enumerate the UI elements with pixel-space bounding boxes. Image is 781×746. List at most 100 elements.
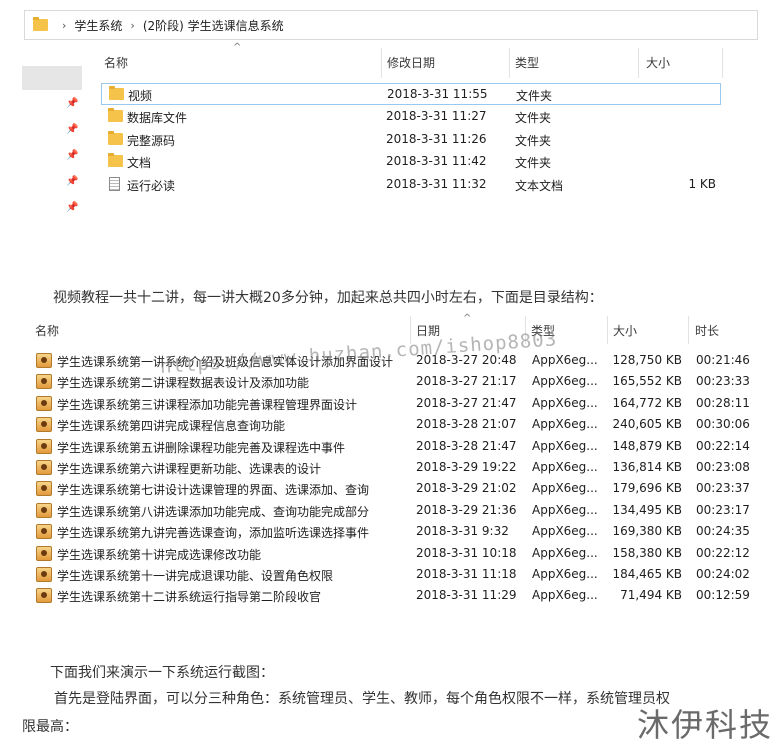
video-type: AppX6eg... (532, 438, 598, 453)
file-row[interactable]: 文档 2018-3-31 11:42 文件夹 (101, 151, 721, 173)
column-header-name[interactable]: 名称 (104, 52, 128, 72)
video-row[interactable]: 学生选课系统第十讲完成选课修改功能 2018-3-31 10:18 AppX6eg.… (34, 544, 754, 565)
video-row[interactable]: 学生选课系统第十二讲系统运行指导第二阶段收官 2018-3-31 11:29 App… (34, 586, 754, 607)
video-file-icon (36, 353, 52, 368)
nav-pane-selected-item[interactable] (22, 66, 82, 90)
video-row[interactable]: 学生选课系统第九讲完善选课查询，添加监听选课选择事件 2018-3-31 9:32… (34, 522, 754, 543)
pin-icon: 📌 (66, 124, 79, 135)
video-name: 学生选课系统第九讲完善选课查询，添加监听选课选择事件 (57, 526, 370, 541)
video-row[interactable]: 学生选课系统第四讲完成课程信息查询功能 2018-3-28 21:07 AppX6e… (34, 415, 754, 436)
column-header-date[interactable]: 修改日期 (387, 52, 435, 72)
video-size: 169,380 KB (612, 524, 682, 539)
video-duration: 00:22:12 (696, 545, 750, 560)
column-header-size[interactable]: 大小 (613, 322, 637, 339)
video-file-icon (36, 545, 52, 561)
video-name: 学生选课系统第五讲删除课程功能完善及课程选中事件 (57, 440, 346, 455)
file-type: 文件夹 (516, 89, 553, 103)
video-file-icon (36, 374, 52, 390)
video-type: AppX6eg... (532, 502, 598, 517)
video-type: AppX6eg... (532, 374, 598, 389)
video-duration: 00:22:14 (696, 438, 750, 453)
video-duration: 00:23:37 (696, 481, 750, 496)
video-row[interactable]: 学生选课系统第六讲课程更新功能、选课表的设计 2018-3-29 19:22 App… (34, 458, 754, 479)
video-name: 学生选课系统第十二讲系统运行指导第二阶段收官 (57, 590, 322, 605)
video-name: 学生选课系统第十一讲完成退课功能、设置角色权限 (57, 569, 334, 583)
sort-arrow-icon: ^ (233, 42, 242, 53)
file-date: 2018-3-31 11:55 (387, 87, 488, 101)
column-divider[interactable] (722, 48, 723, 78)
video-type: AppX6eg... (532, 588, 598, 603)
video-size: 240,605 KB (612, 417, 682, 432)
video-row[interactable]: 学生选课系统第二讲课程数据表设计及添加功能 2018-3-27 21:17 AppX… (34, 372, 754, 393)
column-header-duration[interactable]: 时长 (695, 322, 719, 339)
file-row[interactable]: 运行必读 2018-3-31 11:32 文本文档 1 KB (101, 174, 721, 196)
file-name: 视频 (128, 89, 153, 103)
video-row[interactable]: 学生选课系统第七讲设计选课管理的界面、选课添加、查询 2018-3-29 21:0… (34, 479, 754, 500)
video-type: AppX6eg... (532, 417, 598, 432)
video-date: 2018-3-31 11:29 (416, 588, 517, 603)
video-duration: 00:23:33 (696, 374, 750, 389)
video-size: 184,465 KB (612, 567, 682, 581)
video-type: AppX6eg... (532, 353, 598, 367)
file-row[interactable]: 完整源码 2018-3-31 11:26 文件夹 (101, 129, 721, 151)
video-name: 学生选课系统第三讲课程添加功能完善课程管理界面设计 (57, 397, 358, 412)
video-name: 学生选课系统第十讲完成选课修改功能 (57, 547, 262, 562)
video-file-icon (36, 395, 52, 411)
video-name: 学生选课系统第六讲课程更新功能、选课表的设计 (57, 462, 322, 476)
file-row[interactable]: 视频 2018-3-31 11:55 文件夹 (101, 83, 721, 105)
column-divider[interactable] (607, 316, 608, 344)
folder-icon (108, 131, 123, 145)
sort-arrow-icon: ^ (463, 313, 472, 324)
video-size: 128,750 KB (612, 353, 682, 367)
video-duration: 00:30:06 (696, 417, 750, 432)
video-duration: 00:12:59 (696, 588, 750, 603)
video-row[interactable]: 学生选课系统第十一讲完成退课功能、设置角色权限 2018-3-31 11:18 Ap… (34, 565, 754, 586)
pin-icon: 📌 (66, 176, 79, 187)
file-size: 1 KB (688, 177, 716, 191)
address-bar[interactable]: › 学生系统 › (2阶段) 学生选课信息系统 (24, 10, 758, 40)
column-header-size[interactable]: 大小 (646, 52, 670, 72)
video-type: AppX6eg... (532, 481, 598, 496)
video-row[interactable]: 学生选课系统第三讲课程添加功能完善课程管理界面设计 2018-3-27 21:47… (34, 394, 754, 415)
video-date: 2018-3-27 21:17 (416, 374, 517, 389)
file-name: 文档 (127, 156, 152, 170)
breadcrumb-item[interactable]: (2阶段) 学生选课信息系统 (143, 17, 284, 34)
video-size: 148,879 KB (612, 438, 682, 453)
video-date: 2018-3-28 21:47 (416, 438, 517, 453)
login-paragraph-line1: 首先是登陆界面，可以分三种角色：系统管理员、学生、教师，每个角色权限不一样，系统… (54, 691, 670, 707)
folder-icon (108, 153, 123, 167)
column-divider[interactable] (688, 316, 689, 344)
pin-icon: 📌 (66, 202, 79, 213)
file-name: 完整源码 (127, 134, 176, 148)
video-name: 学生选课系统第二讲课程数据表设计及添加功能 (57, 376, 310, 391)
pin-icon: 📌 (66, 98, 79, 109)
column-header-name[interactable]: 名称 (35, 322, 59, 339)
video-date: 2018-3-29 19:22 (416, 460, 517, 474)
column-divider[interactable] (381, 48, 382, 78)
video-size: 134,495 KB (612, 502, 682, 517)
column-divider[interactable] (509, 48, 510, 78)
brand-logo: 沐伊科技 (636, 706, 773, 744)
file-row[interactable]: 数据库文件 2018-3-31 11:27 文件夹 (101, 106, 721, 128)
video-name: 学生选课系统第八讲选课添加功能完成、查询功能完成部分 (57, 504, 370, 519)
folder-icon (109, 86, 124, 100)
file-date: 2018-3-31 11:26 (386, 132, 487, 146)
video-date: 2018-3-29 21:02 (416, 481, 517, 496)
video-row[interactable]: 学生选课系统第八讲选课添加功能完成、查询功能完成部分 2018-3-29 21:3… (34, 501, 754, 522)
column-divider[interactable] (638, 48, 639, 78)
video-type: AppX6eg... (532, 524, 598, 539)
video-file-icon (36, 588, 52, 604)
video-duration: 00:28:11 (696, 395, 750, 410)
video-file-icon (36, 524, 52, 540)
video-date: 2018-3-27 21:47 (416, 395, 517, 410)
chevron-right-icon: › (130, 18, 135, 32)
demo-heading: 下面我们来演示一下系统运行截图： (50, 665, 274, 681)
video-size: 179,696 KB (612, 481, 682, 496)
video-file-icon (36, 460, 52, 475)
video-size: 158,380 KB (612, 545, 682, 560)
breadcrumb-item[interactable]: 学生系统 (74, 17, 122, 34)
column-header-type[interactable]: 类型 (515, 52, 539, 72)
video-row[interactable]: 学生选课系统第五讲删除课程功能完善及课程选中事件 2018-3-28 21:47 A… (34, 437, 754, 458)
file-type: 文件夹 (515, 111, 552, 125)
file-date: 2018-3-31 11:32 (386, 177, 487, 191)
